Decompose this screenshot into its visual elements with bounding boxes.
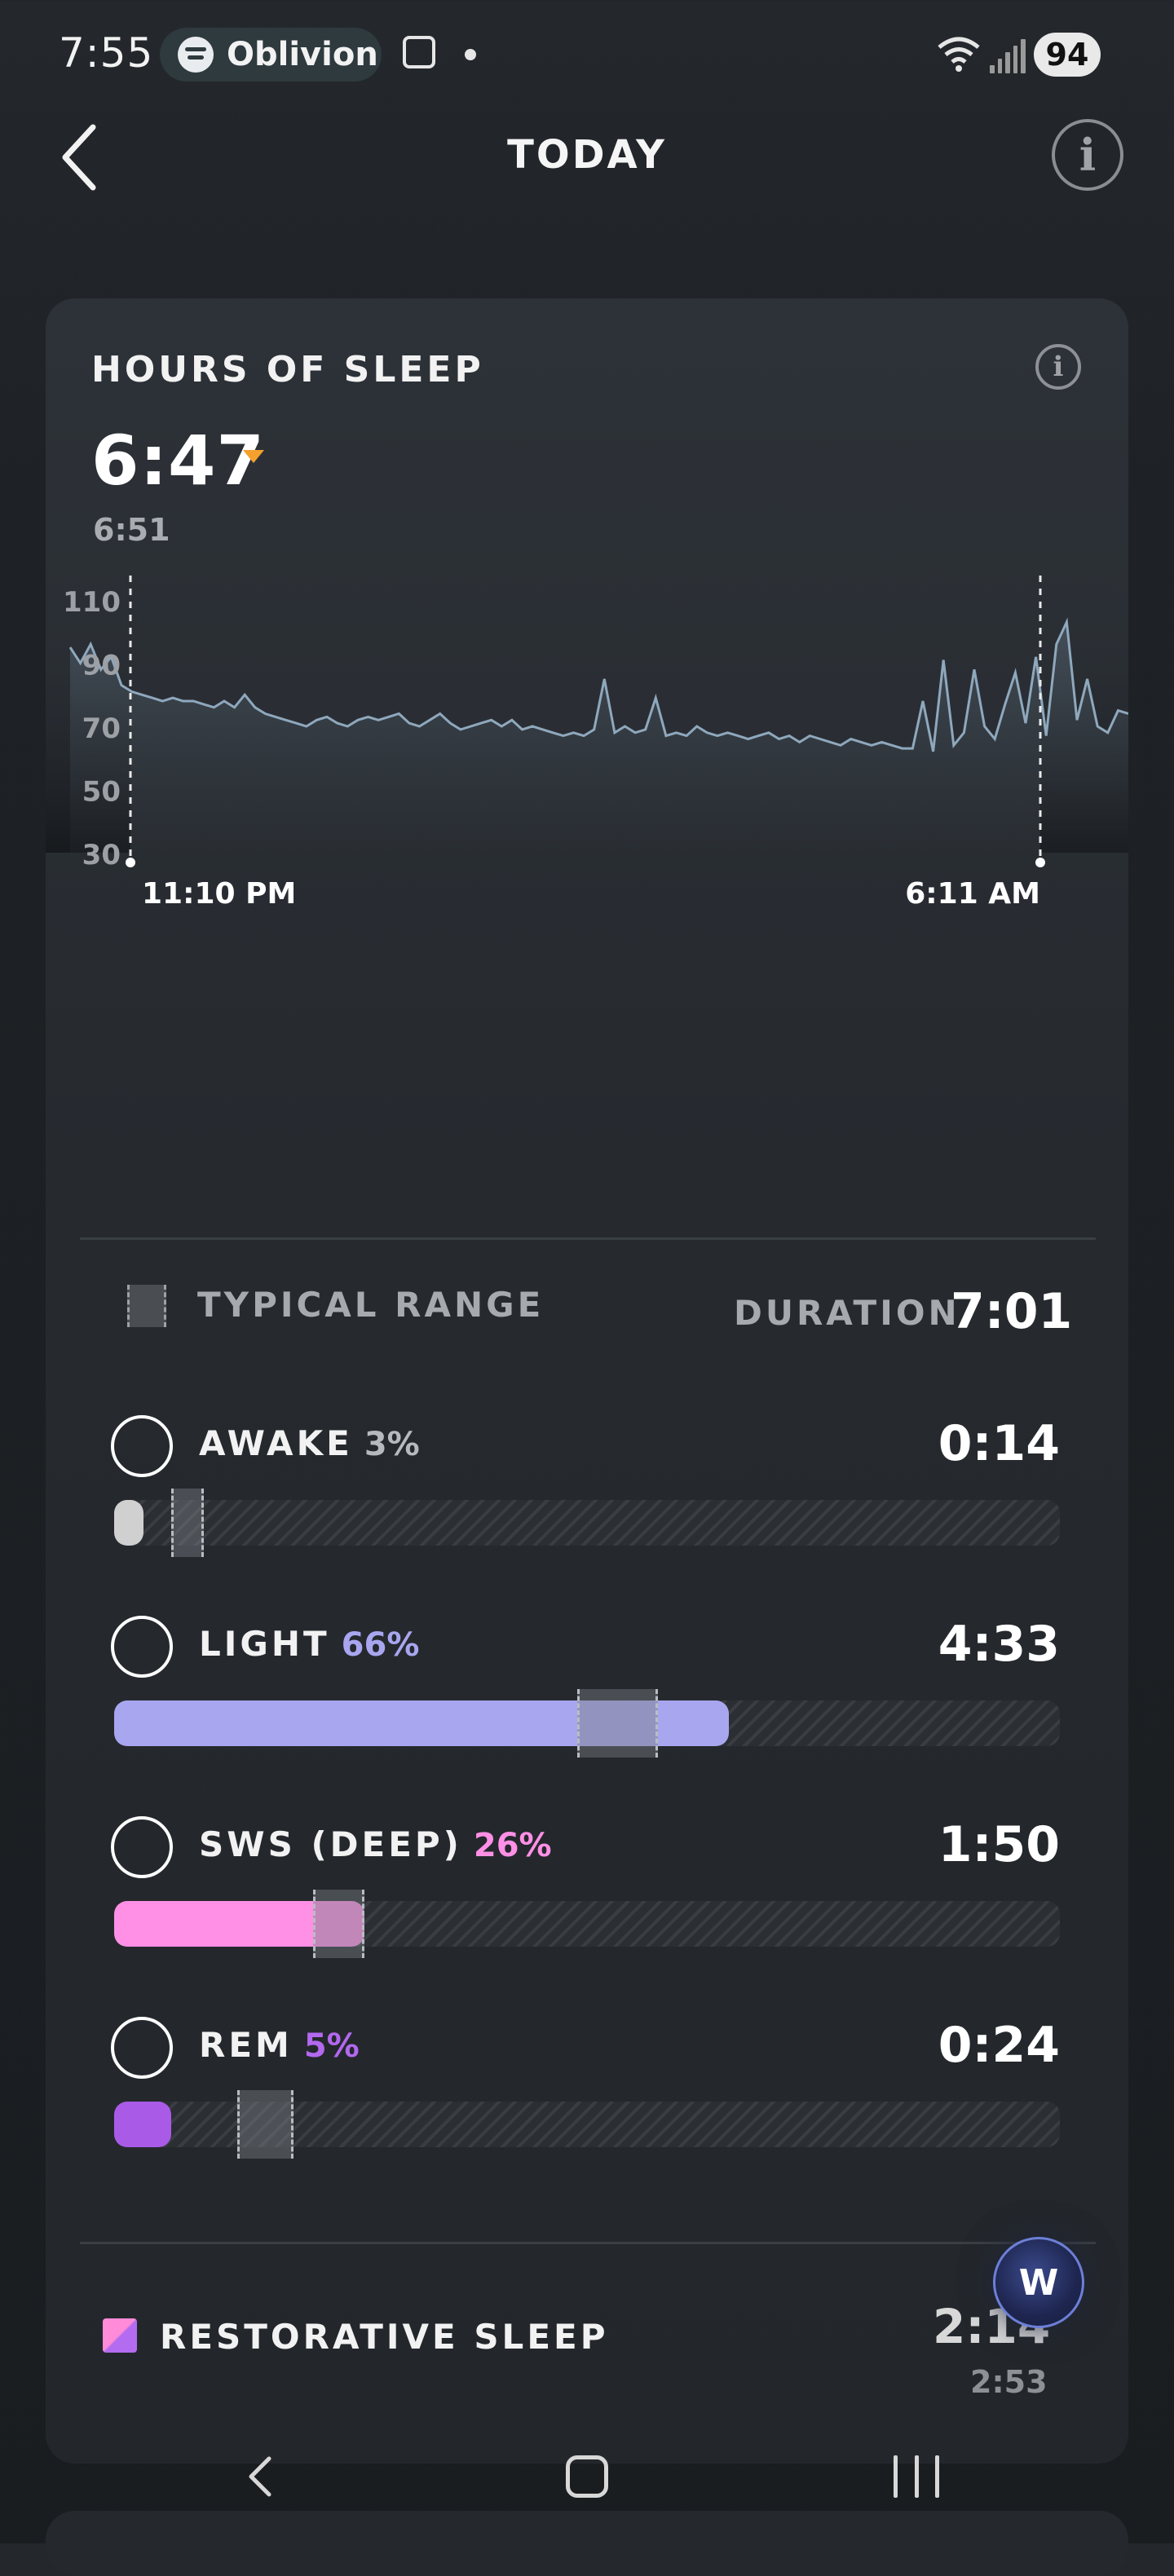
stage-ring-icon (111, 2017, 173, 2079)
stage-label: AWAKE (199, 1423, 353, 1463)
duration-value: 7:01 (951, 1283, 1073, 1340)
card-title: HOURS OF SLEEP (91, 349, 484, 390)
nav-recents-button[interactable] (894, 2455, 939, 2498)
sleep-start-dot (126, 858, 135, 867)
stage-bar-track (114, 1489, 1060, 1557)
duration-label: DURATION (734, 1293, 960, 1333)
wifi-icon (938, 37, 980, 72)
stage-name: LIGHT 66% (199, 1624, 419, 1664)
hours-of-sleep-value: 6:47 (91, 421, 265, 501)
stage-label: LIGHT (199, 1624, 330, 1664)
next-card (46, 2511, 1128, 2576)
stage-typical-range (170, 1489, 205, 1557)
media-chip[interactable]: Oblivion (160, 28, 382, 82)
stage-bar-track (114, 1689, 1060, 1758)
trend-down-icon (243, 450, 264, 463)
stage-bar-track (114, 2090, 1060, 2159)
y-tick-label: 30 (82, 839, 121, 871)
sleep-card: HOURS OF SLEEP i 6:47 6:51 110 90 70 50 30 1… (46, 298, 1128, 2464)
stage-bar-fill (114, 2102, 171, 2147)
stage-typical-range (577, 1689, 658, 1758)
restorative-sleep-icon (103, 2318, 137, 2353)
stage-name: SWS (DEEP) 26% (199, 1824, 552, 1864)
stage-duration: 1:50 (938, 1816, 1060, 1873)
y-tick-label: 50 (82, 776, 121, 809)
stage-duration: 4:33 (938, 1616, 1060, 1673)
previous-value: 6:51 (93, 512, 170, 548)
hr-area (70, 622, 1128, 853)
stage-percent: 5% (303, 2027, 360, 2065)
y-tick-label: 70 (82, 712, 121, 745)
y-tick-label: 90 (82, 650, 121, 682)
stage-sws-deep[interactable]: SWS (DEEP) 26% 1:50 (46, 1816, 1128, 1979)
stage-typical-range (312, 1890, 365, 1958)
info-button[interactable]: i (1052, 119, 1123, 191)
stage-label: SWS (DEEP) (199, 1824, 462, 1864)
chart-start-time: 11:10 PM (142, 877, 296, 911)
screenshot-icon (403, 36, 435, 68)
divider (80, 1237, 1096, 1240)
nav-back-button[interactable] (245, 2454, 277, 2499)
stage-typical-range (236, 2090, 294, 2159)
stage-bar-track (114, 1890, 1060, 1958)
spotify-icon (178, 37, 214, 73)
nav-home-button[interactable] (566, 2455, 608, 2498)
notification-dot-icon (465, 49, 476, 60)
card-info-icon[interactable]: i (1035, 344, 1081, 390)
back-button[interactable] (57, 121, 106, 194)
stage-name: REM 5% (199, 2025, 360, 2065)
typical-range-label: TYPICAL RANGE (197, 1285, 545, 1325)
stage-ring-icon (111, 1415, 173, 1477)
stage-percent: 66% (341, 1626, 420, 1664)
restorative-sleep-label: RESTORATIVE SLEEP (160, 2317, 609, 2357)
chart-end-time: 6:11 AM (905, 877, 1040, 911)
signal-icon (990, 37, 1026, 73)
stage-light[interactable]: LIGHT 66% 4:33 (46, 1616, 1128, 1779)
stage-percent: 3% (364, 1426, 420, 1463)
stage-ring-icon (111, 1616, 173, 1678)
stage-duration: 0:24 (938, 2017, 1060, 2074)
status-time: 7:55 (59, 29, 154, 77)
stage-label: REM (199, 2025, 293, 2065)
battery-indicator: 94 (1034, 33, 1101, 77)
stage-rem[interactable]: REM 5% 0:24 (46, 2017, 1128, 2180)
stage-ring-icon (111, 1816, 173, 1878)
page-title: TODAY (507, 132, 667, 178)
stage-percent: 26% (473, 1827, 552, 1864)
whoop-logo-icon: W (1018, 2261, 1059, 2304)
stage-awake[interactable]: AWAKE 3% 0:14 (46, 1415, 1128, 1578)
divider (80, 2242, 1096, 2244)
heart-rate-chart: 110 90 70 50 30 11:10 PM 6:11 AM (46, 576, 1128, 911)
stage-duration: 0:14 (938, 1415, 1060, 1472)
sleep-end-dot (1035, 858, 1045, 867)
restorative-sleep-previous: 2:53 (970, 2364, 1048, 2400)
typical-range-icon (127, 1285, 166, 1327)
stage-name: AWAKE 3% (199, 1423, 420, 1463)
whoop-coach-button[interactable]: W (993, 2237, 1084, 2328)
stage-bar-fill (114, 1500, 143, 1546)
y-tick-label: 110 (63, 586, 121, 619)
media-chip-label: Oblivion (227, 36, 378, 73)
